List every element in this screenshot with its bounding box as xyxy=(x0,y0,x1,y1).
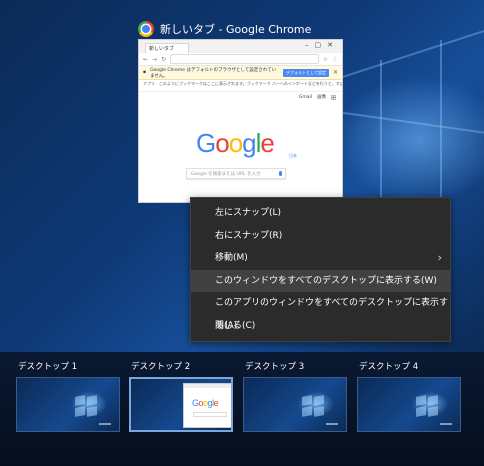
virtual-desktop-label: デスクトップ 3 xyxy=(245,362,305,372)
star-icon: ☆ xyxy=(322,55,328,63)
chrome-icon xyxy=(138,21,154,37)
set-default-button: デフォルトとして設定 xyxy=(283,68,329,77)
google-header-links: Gmail 画像 xyxy=(299,94,336,100)
virtual-desktop-label: デスクトップ 1 xyxy=(18,362,78,372)
omnibox xyxy=(170,54,319,64)
window-thumbnail-title[interactable]: 新しいタブ - Google Chrome xyxy=(138,19,311,39)
virtual-desktop-label: デスクトップ 2 xyxy=(131,362,191,372)
microphone-icon xyxy=(279,171,282,176)
chevron-right-icon: › xyxy=(437,251,442,264)
menu-item-snap-left[interactable]: 左にスナップ(L) xyxy=(191,202,450,225)
back-icon: ← xyxy=(143,55,149,63)
gmail-link: Gmail xyxy=(298,94,312,100)
menu-item-label: 移動(M) xyxy=(215,253,248,263)
virtual-desktop-1[interactable]: デスクトップ 1 xyxy=(16,360,126,432)
apps-grid-icon xyxy=(331,94,336,100)
virtual-desktop-strip: デスクトップ 1 デスクトップ 2 Google デスクトップ 3 デスクトップ 4 xyxy=(0,352,484,466)
reload-icon: ↻ xyxy=(161,55,167,63)
close-icon: ✕ xyxy=(332,69,338,76)
google-logo: Google xyxy=(196,128,275,158)
window-title-text: 新しいタブ - Google Chrome xyxy=(160,23,312,36)
menu-item-show-app-all-desktops[interactable]: このアプリのウィンドウをすべてのデスクトップに表示する(A) xyxy=(191,292,450,331)
info-icon: ▪ xyxy=(143,70,147,75)
desktop-thumbnail[interactable]: Google xyxy=(129,377,233,432)
desktop-thumbnail[interactable] xyxy=(243,377,347,432)
mini-chrome-window: Google xyxy=(183,383,231,428)
menu-item-label: 左にスナップ(L) xyxy=(215,208,282,218)
bookmark-bar: アプリ このようにブックマークはここに表示されます。ブックマーク バーへのインポ… xyxy=(139,80,342,92)
desktop-thumbnail[interactable] xyxy=(16,377,120,432)
google-search-box: Google を検索または URL を入力 xyxy=(186,168,286,179)
images-link: 画像 xyxy=(317,95,326,100)
default-browser-infobar: ▪ Google Chrome はデフォルトのブラウザとして設定されていません。… xyxy=(139,66,342,80)
menu-item-close[interactable]: 閉じる(C) xyxy=(191,315,450,338)
menu-item-snap-right[interactable]: 右にスナップ(R) xyxy=(191,225,450,248)
menu-item-show-window-all-desktops[interactable]: このウィンドウをすべてのデスクトップに表示する(W) xyxy=(191,269,450,292)
virtual-desktop-label: デスクトップ 4 xyxy=(359,362,419,372)
menu-item-label: 右にスナップ(R) xyxy=(215,230,283,241)
desktop-thumbnail[interactable] xyxy=(357,377,461,432)
forward-icon: → xyxy=(152,55,158,63)
virtual-desktop-4[interactable]: デスクトップ 4 xyxy=(357,360,467,432)
light-beam xyxy=(330,21,484,82)
virtual-desktop-3[interactable]: デスクトップ 3 xyxy=(243,360,353,432)
menu-item-move[interactable]: 移動(M) › xyxy=(191,247,450,270)
menu-icon: ⋮ xyxy=(332,55,338,63)
infobar-text: Google Chrome はデフォルトのブラウザとして設定されていません。 xyxy=(150,67,277,79)
chrome-toolbar: ← → ↻ ☆ ⋮ xyxy=(139,53,342,66)
search-placeholder: Google を検索または URL を入力 xyxy=(191,172,261,177)
window-context-menu: 左にスナップ(L) 右にスナップ(R) 移動(M) › このウィンドウをすべてのデスクト… xyxy=(190,197,451,342)
light-beam xyxy=(329,110,484,139)
chrome-tab: 新しいタブ xyxy=(145,43,189,53)
chrome-window-thumbnail[interactable]: 新しいタブ –▢✕ ← → ↻ ☆ ⋮ ▪ Google Chrome はデフォ… xyxy=(138,39,343,203)
google-region-label: 日本 xyxy=(289,153,297,158)
window-controls-icon: –▢✕ xyxy=(305,41,339,49)
virtual-desktop-2[interactable]: デスクトップ 2 Google xyxy=(129,360,239,432)
menu-item-label: 閉じる(C) xyxy=(215,320,256,331)
menu-item-label: このウィンドウをすべてのデスクトップに表示する(W) xyxy=(215,275,437,286)
chrome-titlebar: 新しいタブ –▢✕ xyxy=(139,40,342,53)
